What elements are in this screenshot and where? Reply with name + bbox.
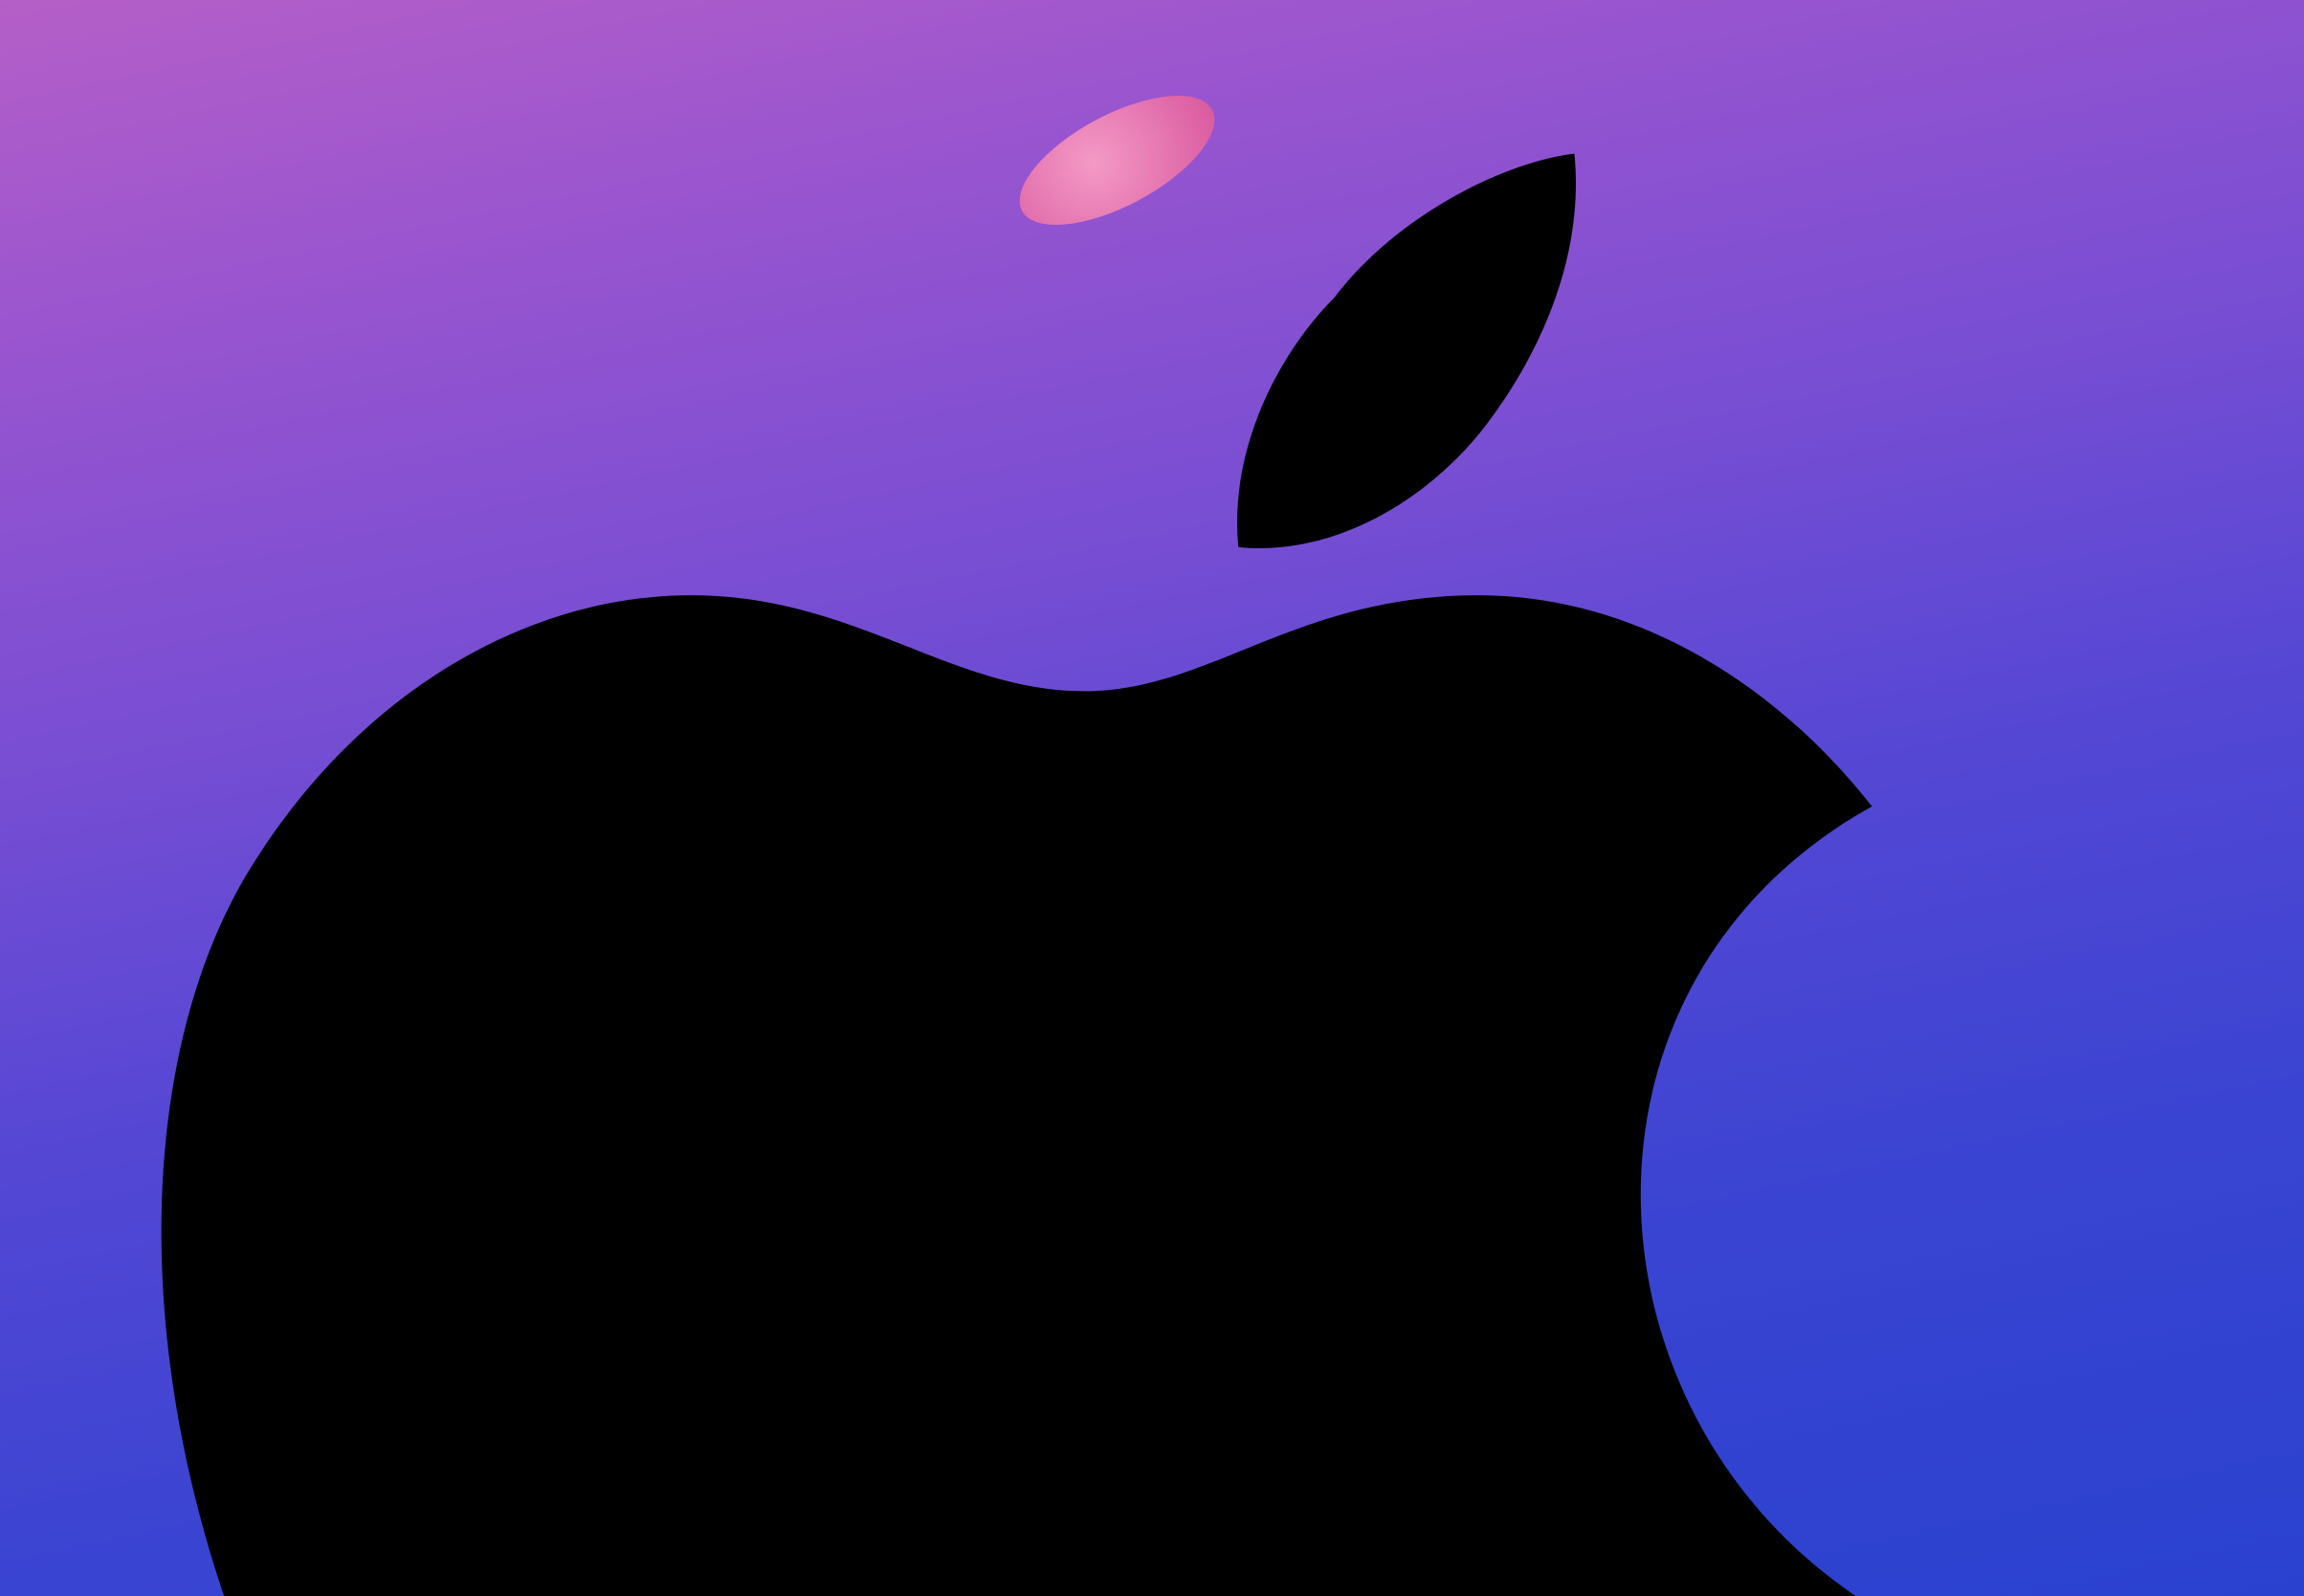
menubar: FinderFileEditViewGoWindowHelp — [0, 0, 2304, 1596]
desktop: FinderFileEditViewGoWindowHelp — [0, 0, 2304, 1596]
